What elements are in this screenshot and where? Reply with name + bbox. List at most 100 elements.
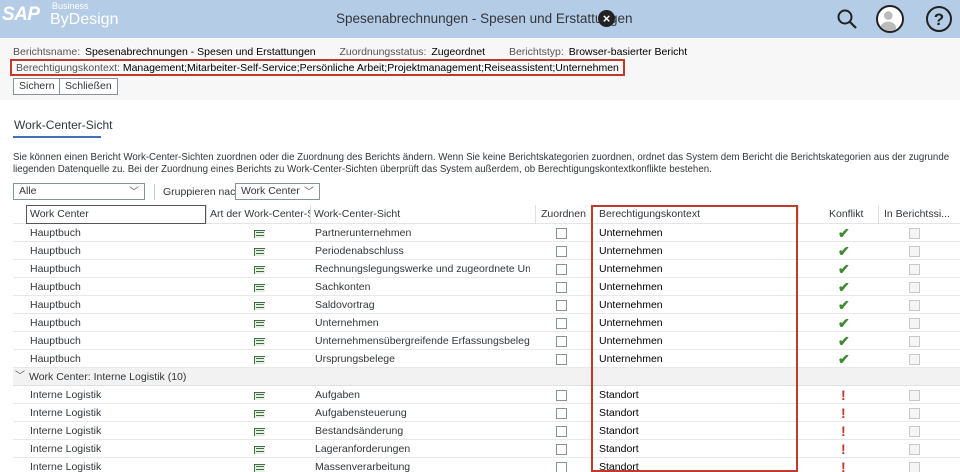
cell-work-center-view: Massenverarbeitung (315, 461, 411, 472)
cell-work-center-view: Aufgaben (315, 389, 360, 401)
table-row[interactable]: Interne Logistik Aufgabensteuerung Standor… (13, 404, 960, 422)
close-icon[interactable]: × (598, 10, 615, 27)
tab-work-center-view[interactable]: Work-Center-Sicht (14, 118, 112, 132)
group-by-value: Work Center (241, 185, 300, 197)
logo-business-text: Business (52, 1, 89, 11)
close-button[interactable]: Schließen (59, 78, 118, 95)
view-type-icon (251, 228, 265, 238)
cell-authorization-context: Standort (599, 443, 639, 455)
cell-work-center: Hauptbuch (30, 263, 81, 275)
table-row[interactable]: Hauptbuch Saldovortrag Unternehmen ✔ (13, 296, 960, 314)
check-icon: ✔ (838, 315, 850, 331)
check-icon: ✔ (838, 279, 850, 295)
col-header-view-type[interactable]: Art der Work-Center-S... (206, 205, 310, 224)
assign-checkbox[interactable] (556, 264, 567, 275)
col-header-conflict[interactable]: Konflikt (798, 205, 878, 224)
in-report-checkbox (909, 318, 920, 329)
in-report-checkbox (909, 264, 920, 275)
cell-authorization-context: Unternehmen (599, 299, 663, 311)
report-type-label: Berichtstyp: (508, 46, 564, 58)
in-report-checkbox (909, 426, 920, 437)
table-row[interactable]: Interne Logistik Aufgaben Standort! (13, 386, 960, 404)
in-report-checkbox (909, 300, 920, 311)
assign-checkbox[interactable] (556, 408, 567, 419)
cell-work-center: Interne Logistik (30, 389, 102, 401)
cell-authorization-context: Unternehmen (599, 263, 663, 275)
table-row[interactable]: Hauptbuch Unternehmensübergreifende Erfas… (13, 332, 960, 350)
assign-checkbox[interactable] (556, 336, 567, 347)
table-row[interactable]: Interne Logistik Lageranforderungen Stando… (13, 440, 960, 458)
warning-exclamation-icon: ! (841, 405, 846, 421)
user-avatar-icon[interactable] (876, 5, 904, 33)
warning-exclamation-icon: ! (841, 387, 846, 403)
view-type-icon (251, 300, 265, 310)
view-type-icon (251, 462, 265, 472)
table-header: Work Center Art der Work-Center-S... Wor… (13, 205, 960, 224)
assign-checkbox[interactable] (556, 228, 567, 239)
in-report-checkbox (909, 282, 920, 293)
group-by-dropdown[interactable]: Work Center ﹀ (235, 183, 320, 200)
table-row[interactable]: Hauptbuch Sachkonten Unternehmen ✔ (13, 278, 960, 296)
assign-checkbox[interactable] (556, 444, 567, 455)
view-type-icon (251, 282, 265, 292)
cell-authorization-context: Unternehmen (599, 317, 663, 329)
assign-checkbox[interactable] (556, 318, 567, 329)
logo-bydesign-text: ByDesign (50, 11, 119, 28)
assign-checkbox[interactable] (556, 300, 567, 311)
table-row[interactable]: Hauptbuch Ursprungsbelege Unternehmen ✔ (13, 350, 960, 368)
cell-work-center: Hauptbuch (30, 317, 81, 329)
help-icon[interactable]: ? (926, 6, 952, 32)
cell-work-center: Interne Logistik (30, 443, 102, 455)
view-type-icon (251, 390, 265, 400)
save-button[interactable]: Sichern (13, 78, 61, 95)
assign-checkbox[interactable] (556, 462, 567, 472)
assign-checkbox[interactable] (556, 354, 567, 365)
cell-authorization-context: Unternehmen (599, 335, 663, 347)
col-header-view[interactable]: Work-Center-Sicht (310, 205, 535, 224)
page-title: Spesenabrechnungen - Spesen und Erstattu… (336, 11, 633, 26)
search-icon[interactable] (836, 8, 858, 30)
assign-checkbox[interactable] (556, 246, 567, 257)
cell-work-center: Hauptbuch (30, 281, 81, 293)
table-row[interactable]: Hauptbuch Rechnungslegungswerke und zugeo… (13, 260, 960, 278)
view-type-icon (251, 336, 265, 346)
filter-dropdown[interactable]: Alle ﹀ (13, 183, 145, 200)
table-row[interactable]: Interne Logistik Bestandsänderung Standort… (13, 422, 960, 440)
cell-work-center: Interne Logistik (30, 407, 102, 419)
cell-work-center: Hauptbuch (30, 335, 81, 347)
view-type-icon (251, 246, 265, 256)
in-report-checkbox (909, 228, 920, 239)
report-name-value: Spesenabrechnungen - Spesen und Erstattu… (85, 46, 316, 58)
cell-work-center-view: Saldovortrag (315, 299, 375, 311)
authorization-context-row: Berechtigungskontext: Management;Mitarbe… (10, 59, 625, 76)
assign-checkbox[interactable] (556, 282, 567, 293)
context-label: Berechtigungskontext: (16, 62, 120, 74)
table-row[interactable]: Interne Logistik Massenverarbeitung Stando… (13, 458, 960, 472)
col-header-work-center[interactable]: Work Center (26, 205, 206, 224)
group-row-label: Work Center: Interne Logistik (10) (29, 371, 187, 383)
check-icon: ✔ (838, 243, 850, 259)
table-row[interactable]: Hauptbuch Unternehmen Unternehmen ✔ (13, 314, 960, 332)
in-report-checkbox (909, 246, 920, 257)
chevron-down-icon: ﹀ (129, 187, 139, 198)
chevron-down-icon: ﹀ (15, 371, 25, 382)
group-by-label: Gruppieren nach (163, 186, 242, 198)
in-report-checkbox (909, 444, 920, 455)
assign-checkbox[interactable] (556, 426, 567, 437)
view-type-icon (251, 318, 265, 328)
group-row-interne-logistik[interactable]: ﹀ Work Center: Interne Logistik (10) (13, 368, 960, 386)
col-header-assign[interactable]: Zuordnen (535, 205, 590, 224)
assign-checkbox[interactable] (556, 390, 567, 401)
logo-sap-text: SAP (2, 4, 40, 25)
col-header-in-report[interactable]: In Berichtssi... (878, 205, 960, 224)
cell-work-center: Hauptbuch (30, 245, 81, 257)
cell-work-center-view: Ursprungsbelege (315, 353, 395, 365)
cell-work-center-view: Aufgabensteuerung (315, 407, 407, 419)
col-header-context[interactable]: Berechtigungskontext (596, 205, 796, 224)
cell-work-center-view: Unternehmen (315, 317, 379, 329)
table-row[interactable]: Hauptbuch Periodenabschluss Unternehmen ✔ (13, 242, 960, 260)
check-icon: ✔ (838, 333, 850, 349)
cell-work-center: Hauptbuch (30, 299, 81, 311)
sap-bydesign-logo[interactable]: SAP Business ByDesign (0, 0, 118, 34)
table-row[interactable]: Hauptbuch Partnerunternehmen Unternehmen ✔ (13, 224, 960, 242)
